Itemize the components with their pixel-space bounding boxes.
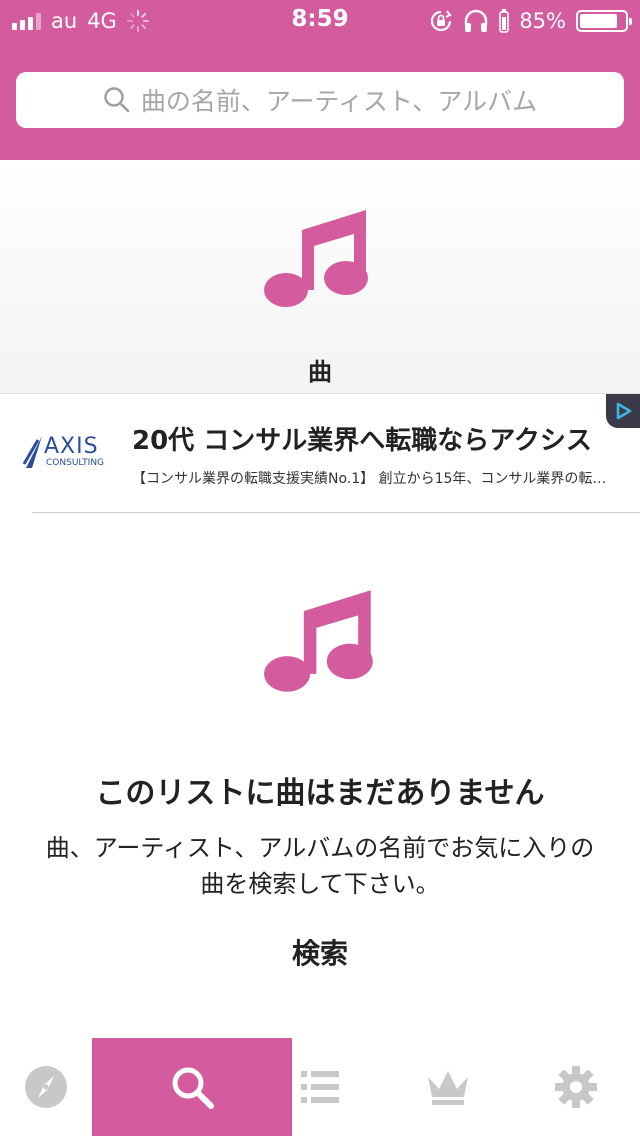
battery-icon bbox=[576, 10, 632, 32]
gear-icon bbox=[555, 1066, 597, 1108]
category-label: 曲 bbox=[308, 358, 332, 386]
tab-ranking[interactable] bbox=[396, 1038, 500, 1136]
battery-fill bbox=[580, 14, 618, 28]
headphone-battery-icon bbox=[499, 9, 510, 33]
ad-logo-subtext: CONSULTING bbox=[46, 458, 105, 468]
ad-divider bbox=[32, 512, 640, 513]
search-placeholder: 曲の名前、アーティスト、アルバム bbox=[140, 87, 538, 116]
search-icon bbox=[104, 87, 130, 113]
compass-icon bbox=[25, 1066, 67, 1108]
list-icon bbox=[301, 1071, 339, 1103]
tab-list[interactable] bbox=[292, 1038, 348, 1136]
headphones-icon bbox=[465, 9, 488, 32]
search-icon bbox=[172, 1067, 214, 1109]
ad-title[interactable]: 20代 コンサル業界へ転職ならアクシス bbox=[132, 420, 592, 457]
ad-logo-text: AXIS bbox=[44, 434, 99, 459]
status-bar: au 4G 8:59 85% bbox=[0, 0, 640, 40]
search-input[interactable]: 曲の名前、アーティスト、アルバム bbox=[16, 72, 624, 128]
ad-banner[interactable]: AXIS CONSULTING 20代 コンサル業界へ転職ならアクシス 【コンサ… bbox=[0, 394, 640, 514]
ad-logo: AXIS CONSULTING bbox=[22, 434, 118, 470]
music-note-icon bbox=[264, 210, 368, 307]
search-header: 曲の名前、アーティスト、アルバム bbox=[0, 40, 640, 160]
logo-swoosh-icon bbox=[22, 436, 42, 468]
status-right: 85% bbox=[429, 8, 632, 34]
search-action-button[interactable]: 検索 bbox=[0, 932, 640, 972]
tab-discover[interactable] bbox=[0, 1038, 92, 1136]
category-card-songs[interactable]: 曲 bbox=[0, 160, 640, 394]
tab-search[interactable] bbox=[92, 1038, 292, 1136]
ad-choices-icon bbox=[616, 402, 632, 420]
empty-state-title: このリストに曲はまだありません bbox=[95, 776, 545, 811]
ad-choices-badge[interactable] bbox=[606, 394, 640, 428]
tab-settings[interactable] bbox=[526, 1038, 626, 1136]
empty-music-note-icon bbox=[264, 590, 373, 692]
crown-icon bbox=[428, 1071, 468, 1105]
tab-bar bbox=[0, 1038, 640, 1136]
battery-percent-label: 85% bbox=[519, 9, 566, 33]
rotation-lock-icon bbox=[431, 10, 452, 32]
empty-state-description: 曲、アーティスト、アルバムの名前でお気に入りの曲を検索して下さい。 bbox=[45, 834, 595, 898]
ad-description: 【コンサル業界の転職支援実績No.1】 創立から15年、コンサル業界の転職支援に… bbox=[132, 471, 612, 487]
